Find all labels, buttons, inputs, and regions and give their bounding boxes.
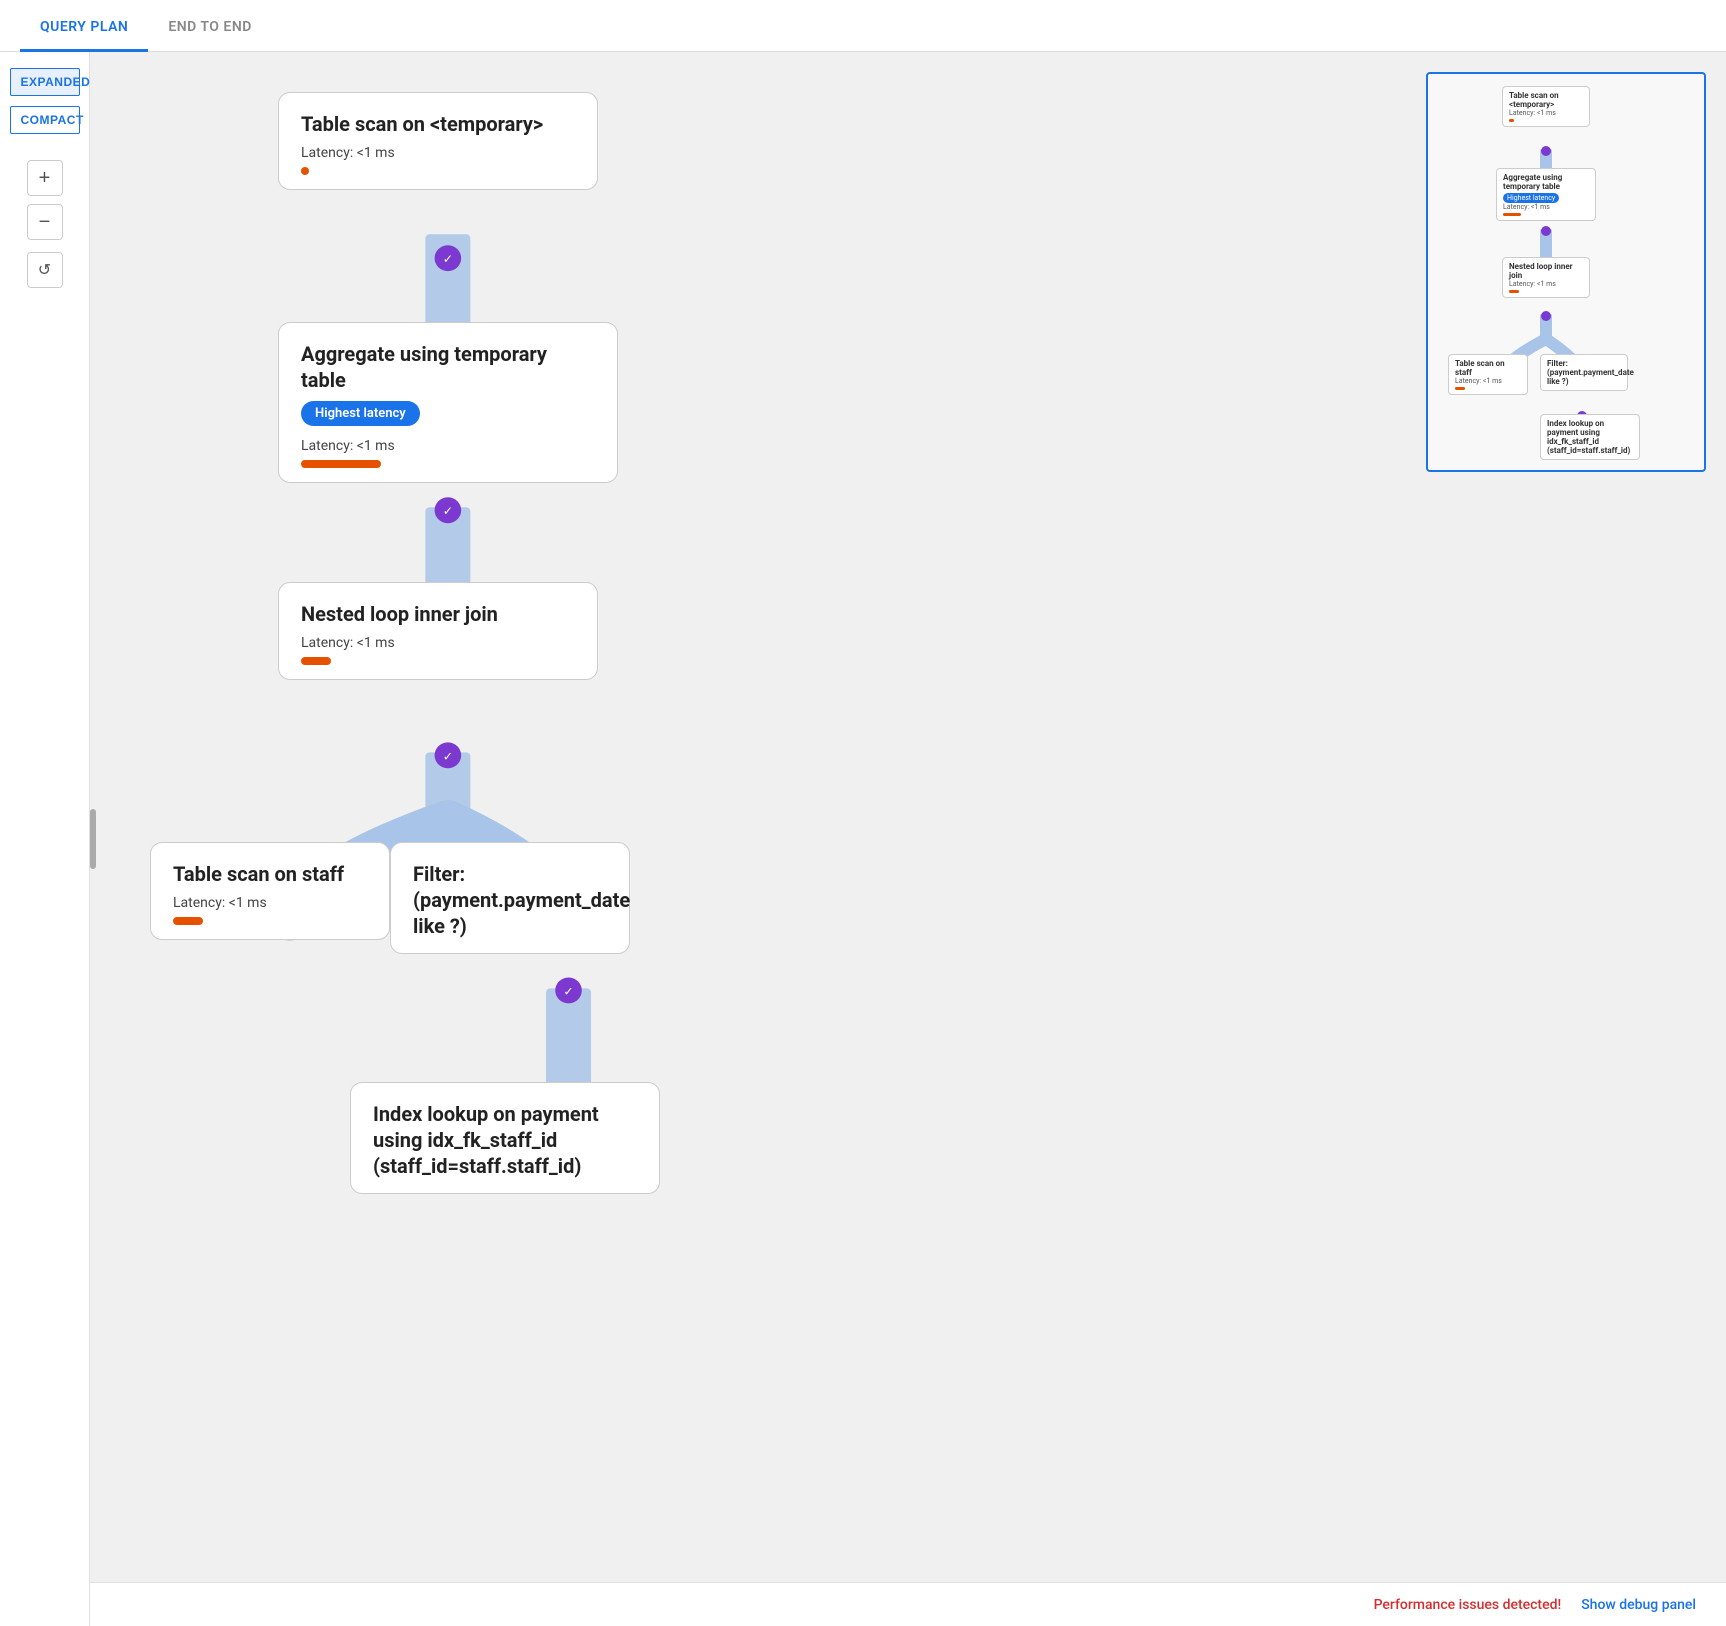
node-latency-nested-loop: Latency: <1 ms	[301, 635, 575, 651]
minimap-node-aggregate: Aggregate using temporary table Highest …	[1496, 168, 1596, 221]
zoom-reset-button[interactable]: ↺	[27, 252, 63, 288]
node-latency-table-scan-temp: Latency: <1 ms	[301, 145, 575, 161]
latency-bar-aggregate	[301, 460, 381, 468]
node-title-nested-loop: Nested loop inner join	[301, 601, 575, 627]
latency-bar-table-scan-staff	[173, 917, 203, 925]
debug-panel-link[interactable]: Show debug panel	[1581, 1597, 1696, 1613]
node-index-lookup[interactable]: Index lookup on payment using idx_fk_sta…	[350, 1082, 660, 1194]
zoom-in-button[interactable]: +	[27, 160, 63, 196]
node-title-filter: Filter: (payment.payment_date like ?)	[413, 861, 607, 939]
status-bar: Performance issues detected! Show debug …	[90, 1582, 1726, 1626]
expanded-button[interactable]: EXPANDED	[10, 68, 80, 96]
minimap-node-table-scan-staff: Table scan on staff Latency: <1 ms	[1448, 354, 1528, 395]
zoom-controls: + − ↺	[27, 160, 63, 288]
tab-bar: QUERY PLAN END TO END	[0, 0, 1726, 52]
svg-text:✓: ✓	[443, 504, 453, 518]
highest-latency-badge: Highest latency	[301, 401, 420, 426]
svg-text:✓: ✓	[563, 985, 573, 999]
latency-bar-nested-loop	[301, 657, 331, 665]
node-latency-table-scan-staff: Latency: <1 ms	[173, 895, 367, 911]
node-aggregate-temp[interactable]: Aggregate using temporary table Highest …	[278, 322, 618, 483]
zoom-out-button[interactable]: −	[27, 204, 63, 240]
main-area: EXPANDED COMPACT + − ↺ ✓	[0, 52, 1726, 1626]
minimap-node-table-scan-temp: Table scan on <temporary> Latency: <1 ms	[1502, 86, 1590, 127]
node-latency-aggregate: Latency: <1 ms	[301, 438, 595, 454]
svg-text:✓: ✓	[443, 749, 453, 763]
node-title-table-scan-staff: Table scan on staff	[173, 861, 367, 887]
svg-text:✓: ✓	[443, 252, 453, 266]
minimap-badge: Highest latency	[1503, 193, 1559, 203]
node-filter[interactable]: Filter: (payment.payment_date like ?)	[390, 842, 630, 954]
latency-bar-table-scan-temp	[301, 167, 309, 175]
node-table-scan-temp[interactable]: Table scan on <temporary> Latency: <1 ms	[278, 92, 598, 190]
minimap-node-filter: Filter: (payment.payment_date like ?)	[1540, 354, 1628, 391]
side-handle[interactable]	[90, 809, 96, 869]
tab-query-plan[interactable]: QUERY PLAN	[20, 5, 148, 52]
performance-warning: Performance issues detected!	[1374, 1597, 1562, 1613]
node-title-aggregate: Aggregate using temporary table	[301, 341, 595, 393]
minimap-node-nested-loop: Nested loop inner join Latency: <1 ms	[1502, 257, 1590, 298]
left-panel: EXPANDED COMPACT + − ↺	[0, 52, 90, 1626]
minimap-node-index-lookup: Index lookup on payment using idx_fk_sta…	[1540, 414, 1640, 460]
node-nested-loop[interactable]: Nested loop inner join Latency: <1 ms	[278, 582, 598, 680]
compact-button[interactable]: COMPACT	[10, 106, 80, 134]
tab-end-to-end[interactable]: END TO END	[148, 5, 272, 52]
canvas-area: ✓ ✓ ✓ ✓ Table scan on <temporary> Latenc…	[90, 52, 1726, 1626]
node-table-scan-staff[interactable]: Table scan on staff Latency: <1 ms	[150, 842, 390, 940]
minimap: Table scan on <temporary> Latency: <1 ms…	[1426, 72, 1706, 472]
node-title-index-lookup: Index lookup on payment using idx_fk_sta…	[373, 1101, 637, 1179]
node-title-table-scan-temp: Table scan on <temporary>	[301, 111, 575, 137]
